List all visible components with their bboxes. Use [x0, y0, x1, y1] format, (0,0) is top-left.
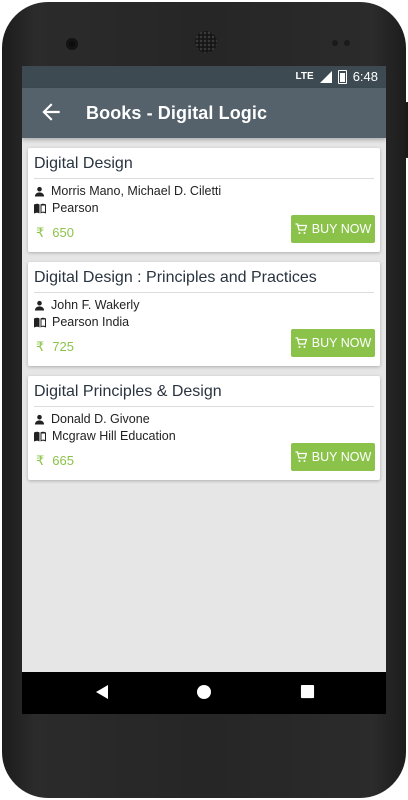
light-sensor [344, 40, 350, 46]
cart-icon [295, 337, 307, 348]
lte-signal-icon: LTE [295, 71, 314, 82]
nav-back-icon[interactable] [94, 684, 110, 700]
book-authors: Donald D. Givone [51, 412, 150, 426]
publisher-row: Mcgraw Hill Education [34, 429, 176, 443]
book-title: Digital Design [34, 155, 133, 172]
system-nav-bar [22, 672, 386, 714]
page-title: Books - Digital Logic [86, 103, 268, 123]
book-title: Digital Principles & Design [34, 383, 222, 400]
rupee-icon: ₹ [36, 225, 45, 240]
book-publisher: Pearson India [52, 315, 130, 329]
person-icon [34, 300, 45, 311]
author-row: Donald D. Givone [34, 412, 150, 426]
app-bar: Books - Digital Logic [22, 88, 386, 138]
buy-now-label: BUY NOW [311, 222, 372, 236]
signal-icon [319, 70, 332, 83]
publisher-row: Pearson India [34, 315, 129, 329]
book-publisher: Mcgraw Hill Education [52, 429, 176, 443]
author-row: Morris Mano, Michael D. Ciletti [34, 184, 221, 198]
price: ₹665 [36, 453, 74, 469]
book-open-icon [34, 203, 46, 213]
book-card: Digital Design : Principles and Practice… [28, 262, 380, 366]
person-icon [34, 414, 45, 425]
price-value: 650 [52, 225, 74, 240]
price-value: 725 [52, 339, 74, 354]
buy-now-label: BUY NOW [311, 450, 372, 464]
book-list: Digital Design Morris Mano, Michael D. C… [28, 148, 380, 490]
buy-now-button[interactable]: BUY NOW [291, 215, 375, 243]
rupee-icon: ₹ [36, 339, 45, 354]
cart-icon [295, 223, 307, 234]
nav-recents-icon[interactable] [300, 684, 315, 699]
book-card: Digital Principles & Design Donald D. Gi… [28, 376, 380, 480]
book-authors: John F. Wakerly [51, 298, 140, 312]
price-value: 665 [52, 453, 74, 468]
earpiece-speaker [195, 31, 217, 53]
price: ₹725 [36, 339, 74, 355]
front-camera [66, 38, 78, 50]
book-authors: Morris Mano, Michael D. Ciletti [51, 184, 222, 198]
battery-icon [337, 69, 347, 84]
divider [34, 178, 374, 179]
cart-icon [295, 451, 307, 462]
status-bar: LTE 6:48 [22, 66, 386, 88]
divider [34, 406, 374, 407]
buy-now-button[interactable]: BUY NOW [291, 443, 375, 471]
book-open-icon [34, 317, 46, 327]
book-publisher: Pearson [52, 201, 99, 215]
book-card: Digital Design Morris Mano, Michael D. C… [28, 148, 380, 252]
divider [34, 292, 374, 293]
arrow-back-icon[interactable] [38, 99, 64, 125]
author-row: John F. Wakerly [34, 298, 139, 312]
person-icon [34, 186, 45, 197]
rupee-icon: ₹ [36, 453, 45, 468]
buy-now-label: BUY NOW [311, 336, 372, 350]
phone-frame: LTE 6:48 Books - Digital Logic Digital D… [2, 2, 408, 798]
proximity-sensor [332, 40, 338, 46]
buy-now-button[interactable]: BUY NOW [291, 329, 375, 357]
price: ₹650 [36, 225, 74, 241]
book-open-icon [34, 431, 46, 441]
publisher-row: Pearson [34, 201, 99, 215]
nav-home-icon[interactable] [196, 684, 212, 700]
book-title: Digital Design : Principles and Practice… [34, 269, 317, 286]
status-time: 6:48 [352, 69, 378, 84]
screen: LTE 6:48 Books - Digital Logic Digital D… [22, 66, 386, 714]
